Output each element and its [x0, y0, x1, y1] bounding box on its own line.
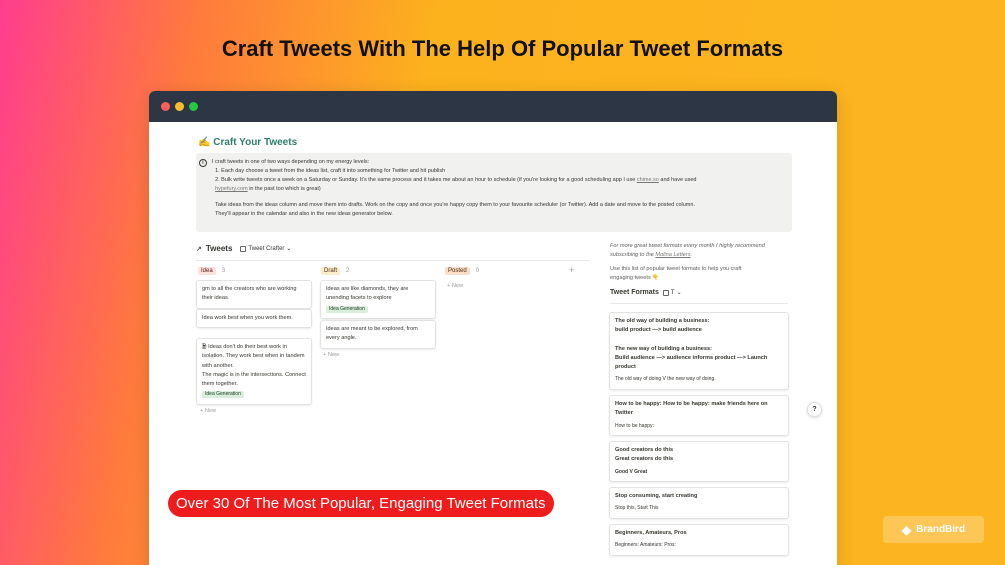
status-tag-idea[interactable]: Idea [198, 267, 216, 275]
tweet-formats-title[interactable]: Tweet Formats [610, 289, 659, 296]
column-count: 3 [221, 268, 226, 274]
format-name: Beginners: Amateurs: Pros: [615, 542, 676, 549]
divider [196, 260, 590, 261]
tweet-formats-header: Tweet Formats T ⌄ [610, 289, 682, 296]
brandbird-logo-icon: ◆ [901, 522, 912, 537]
column-header-posted: Posted 0 [445, 267, 479, 275]
board-card[interactable]: 🗎 Ideas don't do their best work in isol… [196, 338, 312, 405]
minimize-window-button[interactable] [175, 102, 184, 111]
card-text: 🗎 Ideas don't do their best work in isol… [202, 344, 305, 369]
help-button[interactable]: ? [807, 402, 822, 417]
board-title[interactable]: Tweets [206, 244, 233, 253]
column-header-draft: Draft 2 [321, 267, 349, 275]
card-text: Ideas are meant to be explored, from eve… [326, 326, 418, 342]
page-title: ✍️ Craft Your Tweets [198, 137, 298, 148]
column-header-idea: Idea 3 [198, 267, 225, 275]
link-arrow-icon: ↗ [196, 245, 202, 253]
format-text: Stop consuming, start creating [615, 493, 698, 499]
hypefury-link[interactable]: hypefury.com [215, 186, 248, 192]
page-headline: Craft Tweets With The Help Of Popular Tw… [221, 36, 784, 61]
card-text: gm to all the creators who are working t… [202, 286, 297, 302]
new-card-button[interactable]: + New [323, 352, 339, 358]
divider [610, 303, 788, 304]
add-group-button[interactable]: + [569, 265, 574, 275]
close-window-button[interactable] [161, 102, 170, 111]
instructions-callout: i I craft tweets in one of two ways depe… [196, 153, 792, 232]
column-count: 0 [475, 268, 480, 274]
view-selector[interactable]: Tweet Crafter ⌄ [240, 245, 291, 252]
board-card[interactable]: Idea work best when you work them. [196, 309, 312, 329]
callout-line: hypefury.com in the past too which is gr… [215, 186, 321, 192]
card-text: Ideas are like diamonds, they are unendi… [326, 286, 409, 302]
board-card[interactable]: Ideas are meant to be explored, from eve… [320, 320, 436, 349]
chime-link[interactable]: chime.so [637, 177, 659, 183]
format-name: How to be happy: [615, 422, 654, 429]
format-text: How to be happy: How to be happy: make f… [615, 401, 768, 417]
view-label: Tweet Crafter [248, 245, 285, 252]
page-icon: 🗎 [202, 344, 207, 350]
new-card-button[interactable]: + New [200, 408, 216, 414]
card-text: Idea work best when you work them. [202, 315, 293, 321]
chevron-down-icon: ⌄ [676, 290, 682, 296]
board-card[interactable]: Ideas are like diamonds, they are unendi… [320, 280, 436, 319]
brand-name: BrandBird [916, 524, 966, 535]
format-name: Good V Great [615, 468, 648, 475]
view-selector[interactable]: T ⌄ [662, 289, 682, 296]
gallery-view-icon [662, 289, 669, 296]
callout-line: They'll appear in the calendar and also … [215, 211, 393, 217]
format-card[interactable]: Stop consuming, start creating Stop this… [609, 487, 789, 519]
recommend-note: For more great tweet formats every month… [610, 243, 765, 258]
format-name: The old way of doing V the new way of do… [615, 376, 716, 383]
format-card[interactable]: The old way of building a business: buil… [609, 312, 789, 390]
info-icon: i [199, 159, 207, 167]
tag-badge: Idea Generation [202, 391, 244, 399]
board-view-icon [240, 245, 247, 252]
format-text: The old way of building a business: buil… [615, 318, 768, 371]
chevron-down-icon: ⌄ [286, 246, 292, 252]
tag-badge: Idea Generation [326, 305, 368, 313]
callout-line: Take ideas from the ideas column and mov… [215, 202, 695, 208]
callout-line: I craft tweets in one of two ways depend… [212, 159, 370, 165]
board-header: ↗ Tweets Tweet Crafter ⌄ [196, 244, 291, 253]
format-card[interactable]: Beginners, Amateurs, Pros Beginners: Ama… [609, 524, 789, 556]
format-text: Beginners, Amateurs, Pros [615, 530, 687, 536]
format-card[interactable]: How to be happy: How to be happy: make f… [609, 395, 789, 436]
callout-line: 2. Bulk write tweets once a week on a Sa… [215, 177, 697, 183]
column-count: 2 [346, 268, 350, 274]
window-titlebar [149, 91, 837, 122]
usage-note: Use this list of popular tweet formats t… [610, 266, 742, 281]
status-tag-draft[interactable]: Draft [321, 267, 341, 275]
new-card-button[interactable]: + New [447, 283, 463, 289]
promo-banner: Over 30 Of The Most Popular, Engaging Tw… [168, 490, 554, 517]
brandbird-watermark: ◆ BrandBird [883, 516, 984, 543]
format-card[interactable]: Good creators do this Great creators do … [609, 441, 789, 482]
molina-letters-link[interactable]: Molina Letters [655, 252, 690, 258]
maximize-window-button[interactable] [189, 102, 198, 111]
callout-line: 1. Each day choose a tweet from the idea… [215, 168, 446, 174]
card-text: The magic is in the intersections. Conne… [202, 371, 306, 388]
format-name: Stop this, Start This [615, 505, 659, 512]
board-card[interactable]: gm to all the creators who are working t… [196, 280, 312, 309]
status-tag-posted[interactable]: Posted [445, 267, 470, 275]
format-text: Good creators do this Great creators do … [615, 447, 674, 463]
